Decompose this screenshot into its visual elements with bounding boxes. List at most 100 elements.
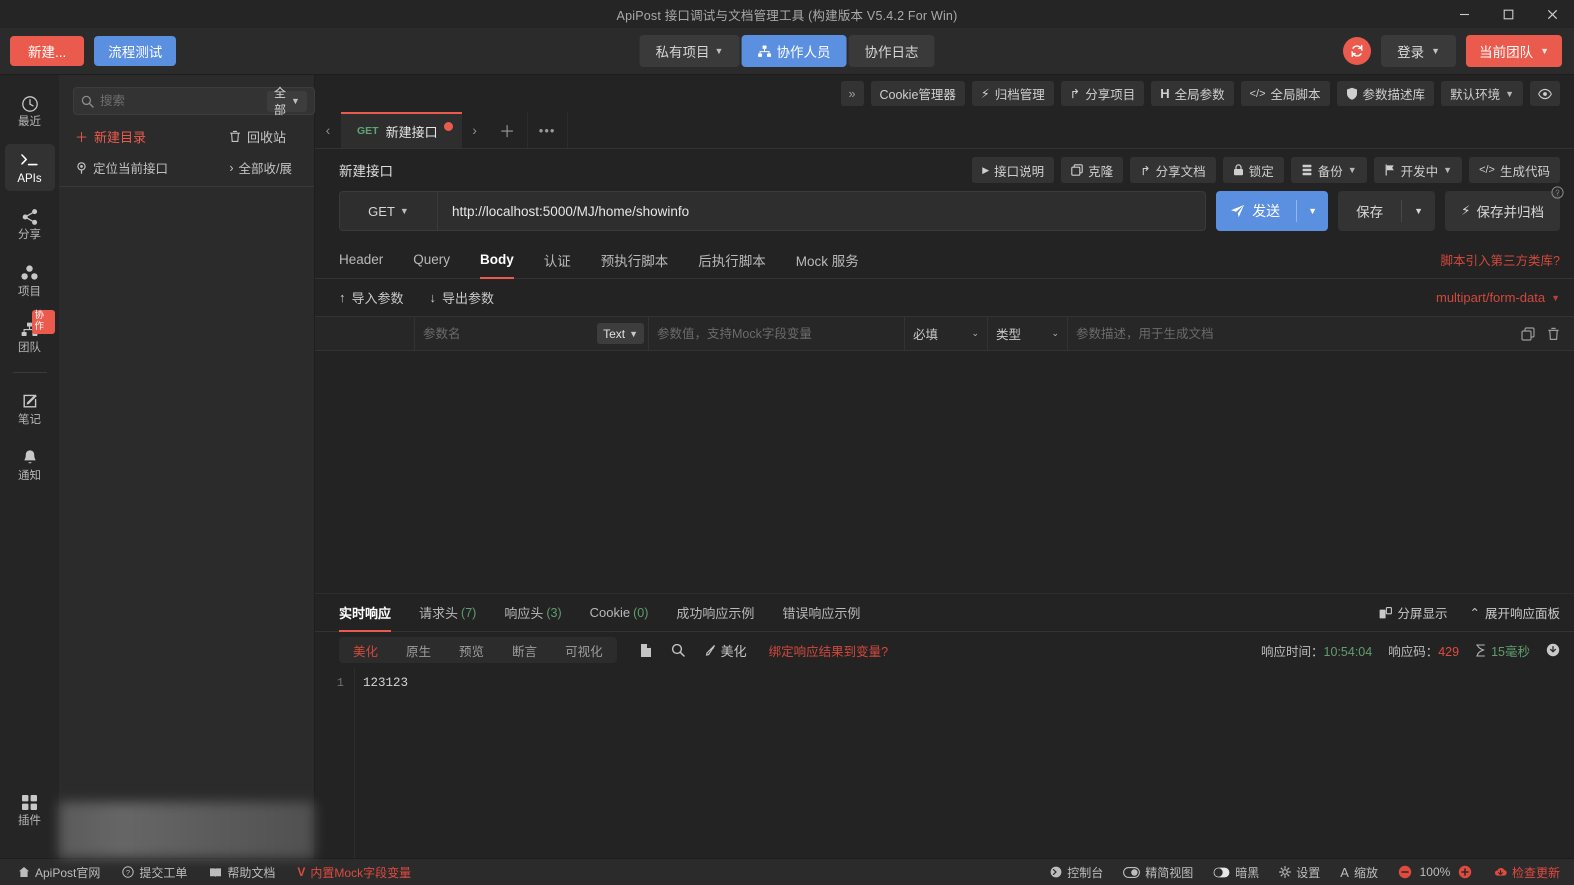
param-enable-checkbox-cell[interactable] bbox=[315, 317, 415, 350]
param-value-input[interactable] bbox=[657, 326, 896, 341]
beautify-button[interactable]: 美化 bbox=[703, 641, 747, 660]
login-button[interactable]: 登录 ▼ bbox=[1381, 35, 1457, 67]
minimize-button[interactable] bbox=[1442, 0, 1486, 28]
tab-mock-service[interactable]: Mock 服务 bbox=[796, 241, 859, 279]
save-and-archive-button[interactable]: ⚡ 保存并归档 bbox=[1445, 191, 1560, 231]
view-mode-visualize[interactable]: 可视化 bbox=[551, 641, 617, 660]
new-button[interactable]: 新建... bbox=[10, 36, 85, 66]
tab-realtime-response[interactable]: 实时响应 bbox=[339, 594, 392, 632]
recycle-bin-button[interactable]: 回收站 bbox=[229, 127, 286, 146]
tab-error-example[interactable]: 错误响应示例 bbox=[782, 594, 860, 632]
tab-query[interactable]: Query bbox=[413, 241, 450, 279]
settings-button[interactable]: 设置 bbox=[1279, 864, 1320, 881]
theme-toggle-button[interactable]: 暗黑 bbox=[1213, 864, 1259, 881]
param-description-input[interactable] bbox=[1076, 326, 1499, 341]
sidebar-item-notifications[interactable]: 通知 bbox=[5, 441, 55, 489]
toolbar-expand-button[interactable]: » bbox=[840, 81, 864, 106]
generate-code-button[interactable]: </> 生成代码 bbox=[1469, 157, 1560, 183]
add-tab-button[interactable]: ＋ bbox=[488, 112, 528, 148]
view-mode-raw[interactable]: 原生 bbox=[392, 641, 445, 660]
search-box[interactable]: 全部 ▼ bbox=[73, 86, 315, 117]
console-button[interactable]: 控制台 bbox=[1050, 864, 1103, 881]
maximize-button[interactable] bbox=[1486, 0, 1530, 28]
help-docs-link[interactable]: 帮助文档 bbox=[209, 864, 275, 881]
tab-private-project[interactable]: 私有项目 ▼ bbox=[639, 35, 740, 67]
search-input[interactable] bbox=[100, 94, 261, 108]
view-mode-assert[interactable]: 断言 bbox=[498, 641, 551, 660]
backup-button[interactable]: 备份 ▼ bbox=[1290, 157, 1367, 183]
url-input[interactable] bbox=[438, 192, 1206, 230]
status-dropdown[interactable]: 开发中 ▼ bbox=[1373, 157, 1463, 183]
split-view-button[interactable]: 分屏显示 bbox=[1379, 603, 1448, 622]
sidebar-item-team[interactable]: 协作 团队 bbox=[5, 310, 55, 361]
copy-icon[interactable] bbox=[1521, 326, 1535, 341]
import-params-button[interactable]: ↑ 导入参数 bbox=[339, 288, 404, 307]
tab-more-button[interactable]: ••• bbox=[528, 112, 568, 148]
tab-body[interactable]: Body bbox=[480, 241, 514, 279]
download-circle-icon[interactable] bbox=[1546, 643, 1560, 657]
question-circle-icon[interactable]: ? bbox=[1551, 186, 1564, 199]
sidebar-item-plugins[interactable]: 插件 bbox=[5, 786, 55, 834]
filter-all-dropdown[interactable]: 全部 ▼ bbox=[267, 86, 307, 117]
clone-button[interactable]: 克隆 bbox=[1061, 157, 1124, 183]
zoom-out-icon[interactable] bbox=[1398, 865, 1412, 879]
eye-icon[interactable] bbox=[1530, 81, 1560, 106]
tab-post-script[interactable]: 后执行脚本 bbox=[698, 241, 766, 279]
lock-button[interactable]: 锁定 bbox=[1222, 157, 1284, 183]
compact-view-button[interactable]: 精简视图 bbox=[1123, 864, 1193, 881]
sidebar-item-notes[interactable]: 笔记 bbox=[5, 385, 55, 433]
zoom-in-icon[interactable] bbox=[1458, 865, 1472, 879]
submit-ticket-link[interactable]: ? 提交工单 bbox=[122, 864, 187, 881]
current-team-button[interactable]: 当前团队 ▼ bbox=[1466, 35, 1562, 67]
tab-collaboration-log[interactable]: 协作日志 bbox=[848, 35, 935, 67]
tab-success-example[interactable]: 成功响应示例 bbox=[676, 594, 754, 632]
api-description-button[interactable]: ▶ 接口说明 bbox=[972, 157, 1055, 183]
request-tab[interactable]: GET 新建接口 bbox=[341, 112, 462, 148]
send-button[interactable]: 发送 ▼ bbox=[1216, 191, 1329, 231]
environment-dropdown[interactable]: 默认环境 ▼ bbox=[1441, 81, 1523, 106]
share-doc-button[interactable]: ↱ 分享文档 bbox=[1130, 157, 1216, 183]
cookie-manager-button[interactable]: Cookie管理器 bbox=[870, 81, 965, 106]
api-tree[interactable] bbox=[59, 187, 314, 858]
expand-response-panel-button[interactable]: ⌃ 展开响应面板 bbox=[1470, 603, 1561, 622]
sidebar-item-apis[interactable]: APIs bbox=[4, 143, 55, 191]
param-value-type-dropdown[interactable]: Text ▼ bbox=[597, 323, 644, 344]
content-type-dropdown[interactable]: multipart/form-data ▼ bbox=[1436, 290, 1560, 305]
new-directory-button[interactable]: ＋ 新建目录 bbox=[75, 127, 146, 146]
tab-pre-script[interactable]: 预执行脚本 bbox=[601, 241, 669, 279]
tabstrip-prev-button[interactable]: ‹ bbox=[315, 112, 341, 148]
sidebar-item-project[interactable]: 项目 bbox=[5, 257, 55, 305]
tab-auth[interactable]: 认证 bbox=[544, 241, 571, 279]
export-params-button[interactable]: ↓ 导出参数 bbox=[430, 288, 495, 307]
third-party-library-link[interactable]: 脚本引入第三方类库? bbox=[1441, 250, 1560, 269]
save-button[interactable]: 保存 ▼ bbox=[1338, 191, 1436, 231]
tab-cookie[interactable]: Cookie (0) bbox=[590, 594, 649, 632]
tab-header[interactable]: Header bbox=[339, 241, 383, 279]
sidebar-item-recent[interactable]: 最近 bbox=[5, 87, 55, 135]
flow-test-button[interactable]: 流程测试 bbox=[94, 36, 177, 66]
collapse-all-button[interactable]: › 全部收/展 bbox=[229, 158, 292, 177]
tabstrip-next-button[interactable]: › bbox=[462, 112, 488, 148]
view-mode-preview[interactable]: 预览 bbox=[445, 641, 498, 660]
view-mode-pretty[interactable]: 美化 bbox=[339, 641, 392, 660]
share-project-button[interactable]: ↱ 分享项目 bbox=[1060, 81, 1145, 106]
bind-response-to-variable-link[interactable]: 绑定响应结果到变量? bbox=[769, 641, 888, 660]
sync-icon[interactable] bbox=[1343, 37, 1372, 65]
archive-manage-button[interactable]: ⚡ 归档管理 bbox=[971, 81, 1054, 106]
apipost-website-link[interactable]: ApiPost官网 bbox=[18, 864, 100, 881]
param-required-dropdown[interactable]: 必填 ⌄ bbox=[905, 317, 988, 350]
sidebar-item-share[interactable]: 分享 bbox=[5, 200, 55, 248]
trash-icon[interactable] bbox=[1547, 327, 1560, 341]
send-options-caret[interactable]: ▼ bbox=[1297, 206, 1328, 216]
file-copy-icon[interactable] bbox=[639, 643, 653, 658]
locate-current-api-button[interactable]: 定位当前接口 bbox=[75, 158, 168, 177]
search-icon[interactable] bbox=[671, 643, 685, 657]
tab-request-headers[interactable]: 请求头 (7) bbox=[419, 594, 476, 632]
param-description-library-button[interactable]: 参数描述库 bbox=[1336, 81, 1435, 106]
param-name-input[interactable] bbox=[423, 326, 598, 341]
global-script-button[interactable]: </> 全局脚本 bbox=[1240, 81, 1330, 106]
http-method-dropdown[interactable]: GET ▼ bbox=[340, 192, 438, 230]
param-type-dropdown[interactable]: 类型 ⌄ bbox=[988, 317, 1068, 350]
tab-response-headers[interactable]: 响应头 (3) bbox=[504, 594, 561, 632]
check-update-button[interactable]: 检查更新 bbox=[1494, 864, 1560, 881]
